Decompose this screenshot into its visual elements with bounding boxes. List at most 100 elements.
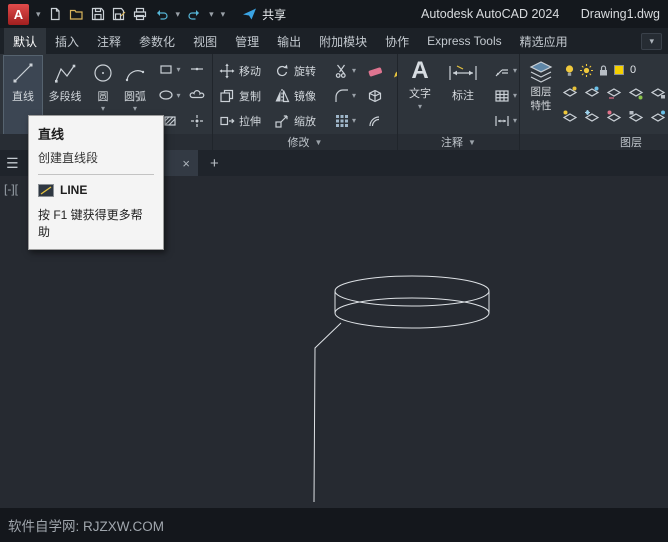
offset-button[interactable] (364, 113, 386, 129)
layers-panel-label: 图层 (620, 137, 642, 149)
layer-walk-icon[interactable] (650, 109, 666, 125)
tab-output[interactable]: 输出 (268, 28, 310, 54)
logo-dropdown-icon[interactable]: ▾ (36, 9, 41, 20)
ribbon-tab-bar: 默认 插入 注释 参数化 视图 管理 输出 附加模块 协作 Express To… (0, 28, 668, 54)
array-button[interactable]: ▾ (329, 113, 361, 129)
cylinder-top-ellipse (334, 275, 490, 307)
layer-unlock-icon[interactable] (628, 109, 644, 125)
trim-icon (334, 63, 350, 79)
ribbon-display-toggle[interactable]: ▾ (641, 32, 662, 50)
share-label: 共享 (262, 7, 287, 22)
plot-icon[interactable] (133, 7, 147, 21)
layer-freeze-icon[interactable] (584, 109, 600, 125)
mirror-button[interactable]: 镜像 (274, 88, 326, 104)
arc-icon (123, 61, 147, 85)
annotation-panel-body: A 文字 ▾ 标注 ▾ ▾ ▾ (398, 54, 519, 134)
dimension-style-button[interactable]: ▾ (494, 108, 517, 133)
panel-modify: 移动 旋转 ▾ 复制 镜像 ▾ 拉伸 缩放 ▾ 修改 ▼ (213, 54, 398, 150)
point-button[interactable] (183, 108, 210, 134)
set-current-layer-icon[interactable] (562, 85, 578, 101)
layer-properties-button[interactable]: 图层 特性 (524, 56, 558, 134)
redo-icon[interactable] (187, 7, 202, 21)
layers-panel-footer[interactable]: 图层 (520, 134, 668, 150)
layer-on-bulb-icon[interactable] (563, 64, 576, 77)
share-button[interactable]: 共享 (242, 6, 286, 23)
tab-manage[interactable]: 管理 (226, 28, 268, 54)
tab-collaborate[interactable]: 协作 (376, 28, 418, 54)
redo-dropdown-icon[interactable]: ▾ (209, 9, 214, 20)
chevron-down-icon[interactable]: ▾ (418, 102, 422, 111)
file-tabs-menu-icon[interactable]: ☰ (6, 155, 26, 172)
tab-insert[interactable]: 插入 (46, 28, 88, 54)
modify-panel-footer[interactable]: 修改 ▼ (213, 134, 397, 150)
marker-button[interactable] (389, 63, 397, 79)
status-bar: 软件自学网: RJZXW.COM (0, 508, 668, 542)
layer-tools-row-2 (560, 105, 666, 129)
fillet-icon (334, 88, 350, 104)
copy-button[interactable]: 复制 (219, 88, 271, 104)
app-logo[interactable]: A (8, 3, 29, 25)
move-button[interactable]: 移动 (219, 63, 271, 79)
revision-cloud-button[interactable] (183, 82, 210, 108)
stretch-button[interactable]: 拉伸 (219, 113, 271, 129)
annotation-panel-label: 注释 (441, 137, 464, 149)
ellipse-button[interactable]: ▾ (156, 82, 183, 108)
chevron-down-icon: ▾ (513, 66, 518, 75)
qat-customize-icon[interactable]: ▾ (221, 9, 226, 20)
scale-button[interactable]: 缩放 (274, 113, 326, 129)
new-file-icon[interactable] (48, 7, 62, 21)
undo-icon[interactable] (154, 7, 169, 21)
trim-button[interactable]: ▾ (329, 63, 361, 79)
scale-label: 缩放 (294, 115, 316, 128)
tab-annotate[interactable]: 注释 (88, 28, 130, 54)
layer-off-icon[interactable] (562, 109, 578, 125)
drawn-polyline (313, 322, 342, 503)
line-command-icon (38, 183, 54, 197)
chevron-down-icon[interactable]: ▾ (133, 105, 137, 113)
open-file-icon[interactable] (69, 7, 84, 21)
save-as-icon[interactable] (112, 7, 126, 21)
file-tab-close-icon[interactable]: × (182, 156, 190, 171)
chevron-down-icon[interactable]: ▾ (101, 105, 105, 113)
undo-dropdown-icon[interactable]: ▾ (176, 9, 181, 20)
explode-button[interactable] (364, 88, 386, 104)
layer-lock-toggle-icon[interactable] (650, 85, 666, 101)
rotate-button[interactable]: 旋转 (274, 63, 326, 79)
tooltip-description: 创建直线段 (38, 151, 99, 165)
tab-add-ins[interactable]: 附加模块 (310, 28, 376, 54)
tab-express-tools[interactable]: Express Tools (418, 28, 510, 54)
annotation-panel-footer[interactable]: 注释 ▼ (398, 134, 519, 150)
layer-isolate-icon[interactable] (628, 85, 644, 101)
chevron-down-icon: ▾ (351, 66, 356, 75)
layer-tools-row-1 (560, 81, 666, 105)
app-title: Autodesk AutoCAD 2024 (421, 7, 560, 21)
new-tab-button[interactable]: + (210, 155, 219, 172)
construction-line-button[interactable] (183, 56, 210, 82)
save-icon[interactable] (91, 7, 105, 21)
layer-dropdown[interactable]: 0 (560, 59, 666, 81)
dimension-button[interactable]: 标注 (438, 56, 488, 134)
arc-label: 圆弧 (124, 91, 146, 103)
tooltip-command: LINE (60, 183, 88, 197)
tab-featured-apps[interactable]: 精选应用 (511, 28, 577, 54)
layer-lock-icon[interactable] (597, 64, 610, 77)
rectangle-button[interactable]: ▾ (156, 56, 183, 82)
match-layer-icon[interactable] (584, 85, 600, 101)
layer-color-swatch[interactable] (614, 65, 624, 75)
layer-thaw-icon[interactable] (606, 109, 622, 125)
fillet-button[interactable]: ▾ (329, 88, 361, 104)
leader-button[interactable]: ▾ (494, 58, 517, 83)
erase-button[interactable] (364, 63, 386, 79)
explode-icon (367, 88, 383, 104)
text-button[interactable]: A 文字 ▾ (402, 56, 438, 134)
tab-home[interactable]: 默认 (4, 28, 47, 54)
tab-parametric[interactable]: 参数化 (130, 28, 184, 54)
copy-label: 复制 (239, 90, 261, 103)
table-button[interactable]: ▾ (494, 83, 517, 108)
panel-expand-icon: ▼ (314, 137, 323, 147)
chevron-down-icon: ▾ (351, 91, 356, 100)
tab-view[interactable]: 视图 (184, 28, 226, 54)
layer-freeze-sun-icon[interactable] (580, 63, 593, 77)
modify-panel-label: 修改 (287, 137, 310, 149)
layer-prev-icon[interactable] (606, 85, 622, 101)
